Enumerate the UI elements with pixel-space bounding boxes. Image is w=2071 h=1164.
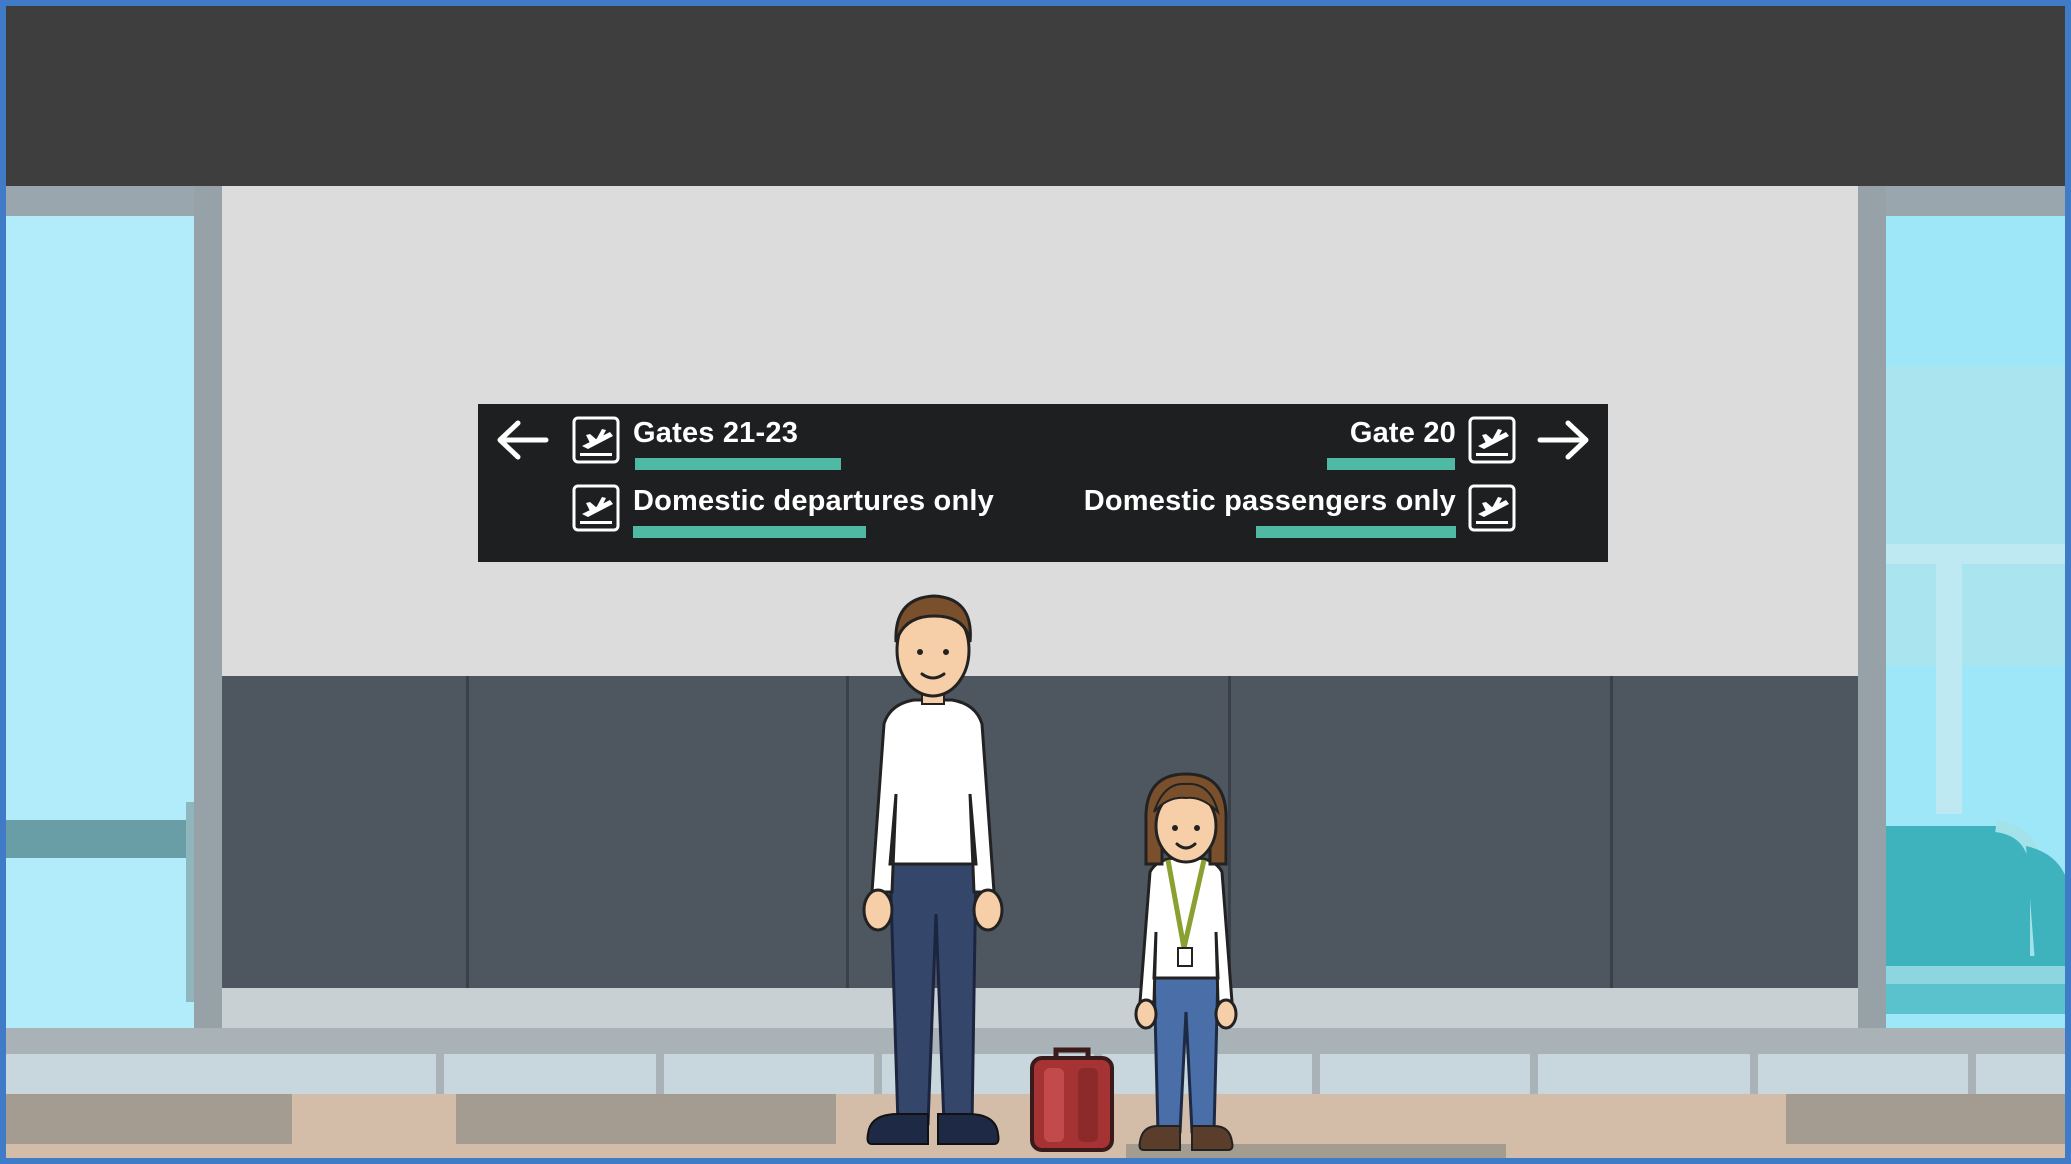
adult-man-figure: [862, 594, 1004, 1145]
gate-direction-sign: Gates 21-23 Domestic departures only Gat…: [478, 404, 1608, 562]
left-bottom-label: Domestic departures only: [633, 485, 994, 517]
red-suitcase: [1030, 1047, 1114, 1152]
airplane-departure-icon: [572, 484, 620, 532]
right-top-label: Gate 20: [1349, 417, 1456, 449]
ceiling: [6, 6, 2065, 186]
child-figure: [1134, 772, 1238, 1151]
right-bottom-underline: [1256, 526, 1456, 538]
left-top-underline: [635, 458, 841, 470]
arrow-left-icon: [497, 420, 549, 460]
right-pillar: [1858, 186, 1886, 1158]
left-pillar: [194, 186, 222, 1158]
airplane-departure-icon: [572, 416, 620, 464]
left-window: [6, 216, 194, 1158]
waiting-seats: [1886, 820, 2065, 1014]
right-top-underline: [1327, 458, 1455, 470]
left-top-label: Gates 21-23: [633, 417, 799, 449]
airplane-departure-icon: [1468, 484, 1516, 532]
airport-scene: Gates 21-23 Domestic departures only Gat…: [0, 0, 2071, 1164]
airplane-departure-icon: [1468, 416, 1516, 464]
right-bottom-label: Domestic passengers only: [1083, 485, 1456, 517]
arrow-right-icon: [1537, 420, 1589, 460]
left-bottom-underline: [633, 526, 866, 538]
